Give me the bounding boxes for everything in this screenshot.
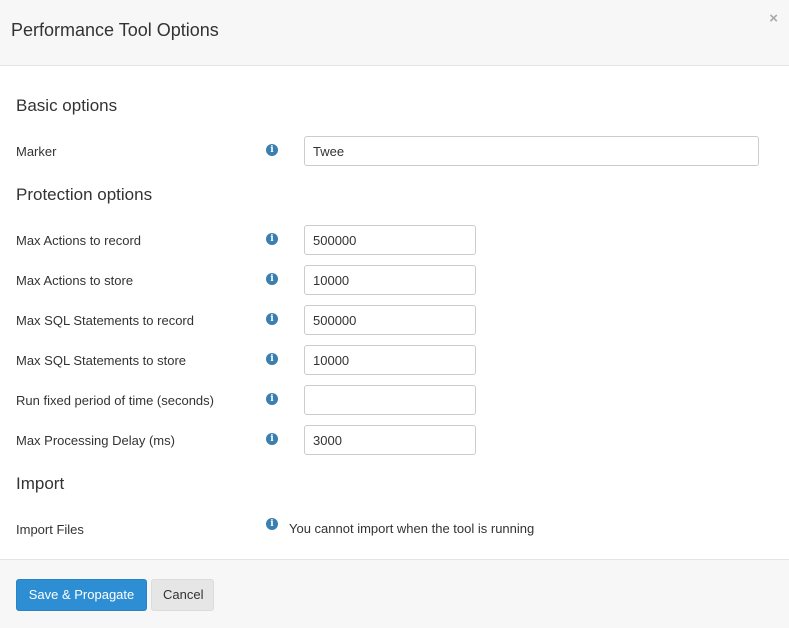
info-icon[interactable]: i: [266, 433, 278, 445]
marker-input[interactable]: [304, 136, 759, 166]
info-icon[interactable]: i: [266, 144, 278, 156]
info-icon[interactable]: i: [266, 518, 278, 530]
basic-options-heading: Basic options: [16, 96, 118, 115]
save-propagate-button[interactable]: Save & Propagate: [16, 579, 147, 611]
marker-label: Marker: [16, 144, 57, 159]
max-actions-record-label: Max Actions to record: [16, 233, 141, 248]
max-sql-store-input[interactable]: [304, 345, 476, 375]
max-actions-record-input[interactable]: [304, 225, 476, 255]
info-icon[interactable]: i: [266, 393, 278, 405]
performance-tool-options-modal: Performance Tool Options × Basic options…: [0, 0, 789, 628]
max-processing-delay-input[interactable]: [304, 425, 476, 455]
import-heading: Import: [16, 474, 65, 493]
modal-title: Performance Tool Options: [11, 20, 219, 40]
info-icon[interactable]: i: [266, 313, 278, 325]
max-actions-store-input[interactable]: [304, 265, 476, 295]
import-disabled-note: You cannot import when the tool is runni…: [289, 521, 535, 536]
max-sql-store-label: Max SQL Statements to store: [16, 353, 187, 368]
run-fixed-period-label: Run fixed period of time (seconds): [16, 393, 214, 408]
modal-header: Performance Tool Options ×: [0, 0, 789, 66]
max-sql-record-label: Max SQL Statements to record: [16, 313, 194, 328]
modal-footer: Save & Propagate Cancel: [0, 559, 789, 628]
run-fixed-period-input[interactable]: [304, 385, 476, 415]
cancel-button[interactable]: Cancel: [151, 579, 214, 611]
info-icon[interactable]: i: [266, 273, 278, 285]
import-files-label: Import Files: [16, 522, 84, 537]
max-processing-delay-label: Max Processing Delay (ms): [16, 433, 175, 448]
max-actions-store-label: Max Actions to store: [16, 273, 134, 288]
info-icon[interactable]: i: [266, 353, 278, 365]
close-icon[interactable]: ×: [769, 11, 778, 27]
protection-options-heading: Protection options: [16, 185, 153, 204]
info-icon[interactable]: i: [266, 233, 278, 245]
max-sql-record-input[interactable]: [304, 305, 476, 335]
